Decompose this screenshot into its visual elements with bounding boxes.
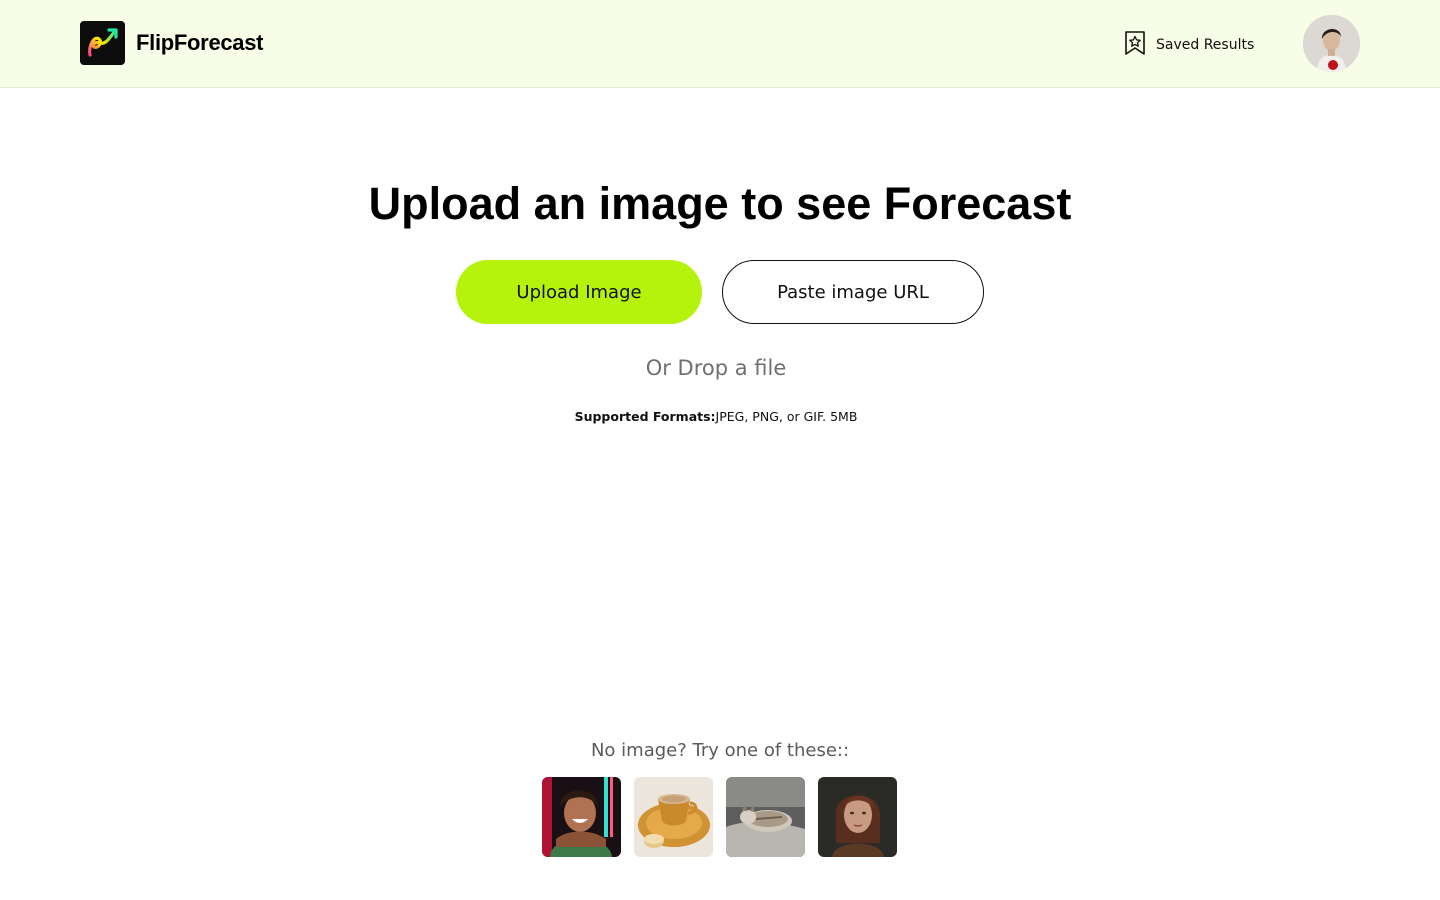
page-title: Upload an image to see Forecast: [368, 178, 1072, 229]
brand-name: FlipForecast: [136, 30, 264, 55]
brand[interactable]: FlipForecast: [80, 21, 264, 65]
sample-image-woman-portrait[interactable]: [818, 777, 897, 857]
sample-images-prompt: No image? Try one of these::: [590, 740, 850, 761]
saved-results-link[interactable]: Saved Results: [1124, 30, 1254, 60]
saved-results-label: Saved Results: [1156, 37, 1255, 53]
top-header: FlipForecast Saved Results: [0, 0, 1440, 88]
drop-file-text: Or Drop a file: [645, 356, 787, 380]
user-avatar[interactable]: [1303, 15, 1360, 72]
sample-image-coffee-cup[interactable]: [634, 777, 713, 857]
sample-image-smiling-woman[interactable]: [542, 777, 621, 857]
bookmark-star-icon: [1124, 30, 1146, 60]
supported-formats-label: Supported Formats:: [574, 409, 716, 424]
trend-arrow-logo-icon: [80, 21, 125, 65]
supported-formats-value: JPEG, PNG, or GIF. 5MB: [715, 409, 858, 424]
supported-formats: Supported Formats:JPEG, PNG, or GIF. 5MB: [0, 409, 1432, 424]
sample-images-row: [542, 777, 897, 857]
paste-image-url-button[interactable]: Paste image URL: [722, 260, 984, 324]
upload-image-button[interactable]: Upload Image: [456, 260, 702, 324]
sample-image-sleeping-cat[interactable]: [726, 777, 805, 857]
